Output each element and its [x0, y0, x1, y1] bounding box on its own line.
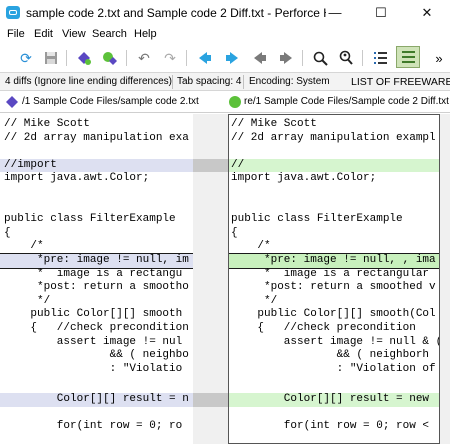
toolbar-separator — [362, 50, 363, 66]
code-line: assert image != null & ( — [231, 335, 440, 348]
right-code-pane[interactable]: // Mike Scott // 2d array manipulation e… — [228, 114, 440, 444]
code-line: for(int row = 0; ro — [4, 420, 183, 433]
code-line: { — [231, 226, 238, 239]
code-line: { //check precondition — [231, 322, 416, 334]
diff-gutter — [193, 114, 228, 444]
code-line-selected-diff: *pre: image != null, im — [0, 253, 193, 269]
code-line-diff: Color[][] result = n — [0, 393, 193, 407]
layout-icon[interactable] — [396, 46, 420, 68]
toolbar-separator — [302, 50, 303, 66]
redo-icon[interactable]: ↷ — [160, 48, 180, 68]
toolbar-separator — [66, 50, 67, 66]
code-line: && ( neighbo — [4, 349, 189, 362]
title-bar: sample code 2.txt and Sample code 2 Diff… — [0, 0, 450, 26]
status-info-bar: 4 diffs (Ignore line ending differences)… — [0, 72, 450, 91]
find-icon[interactable] — [310, 48, 330, 68]
encoding-text: Encoding: System — [249, 76, 330, 87]
window-title: sample code 2.txt and Sample code 2 Diff… — [26, 6, 326, 20]
code-line: // Mike Scott — [231, 118, 317, 130]
left-file-header: /1 Sample Code Files/sample code 2.txt — [0, 91, 228, 113]
info-separator — [172, 75, 173, 89]
close-button[interactable]: ✕ — [404, 0, 450, 26]
toolbar: ⟳ ↶ ↷ » — [0, 44, 450, 72]
code-line: public class FilterExample — [231, 213, 403, 226]
left-file-path: /1 Sample Code Files/sample code 2.txt — [22, 96, 199, 107]
app-logo-icon — [6, 6, 20, 19]
diamond-tool-icon[interactable] — [74, 48, 94, 68]
code-line-selected-diff: *pre: image != null, , ima — [229, 253, 439, 269]
code-line-diff: // — [229, 158, 439, 173]
code-line: import java.awt.Color; — [231, 172, 377, 185]
prev-diff-icon[interactable] — [195, 48, 215, 68]
right-file-circle-icon — [229, 96, 241, 108]
toolbar-overflow-button[interactable]: » — [432, 48, 446, 68]
code-line: /* — [4, 240, 44, 253]
code-line: // Mike Scott — [4, 118, 90, 130]
code-line: : "Violatio — [4, 362, 183, 375]
toolbar-separator — [186, 50, 187, 66]
watermark-text: LIST OF FREEWARE — [351, 76, 450, 88]
list-icon[interactable] — [370, 48, 390, 68]
diff-count-text: 4 diffs (Ignore line ending differences) — [5, 76, 172, 87]
code-line: */ — [231, 294, 278, 307]
code-line: : "Violation of — [231, 362, 436, 375]
code-line: && ( neighborh — [231, 349, 430, 362]
save-icon[interactable] — [41, 48, 61, 68]
tab-spacing-text: Tab spacing: 4 — [177, 76, 242, 87]
right-file-header: re/1 Sample Code Files/Sample code 2 Dif… — [228, 91, 450, 113]
prev-file-icon[interactable] — [250, 48, 270, 68]
code-line: assert image != nul — [4, 335, 183, 348]
next-diff-icon[interactable] — [222, 48, 242, 68]
maximize-button[interactable]: ☐ — [358, 0, 404, 26]
next-file-icon[interactable] — [276, 48, 296, 68]
code-line: public class FilterExample — [4, 213, 176, 226]
code-line: { //check precondition — [4, 322, 189, 334]
code-line-diff: Color[][] result = new — [229, 393, 439, 407]
menu-help[interactable]: Help — [134, 28, 157, 40]
undo-icon[interactable]: ↶ — [134, 48, 154, 68]
code-line: * image is a rectangu — [4, 267, 183, 280]
code-line: /* — [231, 240, 271, 253]
code-line: public Color[][] smooth — [4, 308, 183, 321]
vertical-scrollbar[interactable] — [440, 114, 450, 444]
minimize-button[interactable]: — — [312, 0, 358, 26]
code-line: * image is a rectangular — [231, 267, 430, 280]
code-line: *post: return a smootho — [4, 281, 189, 294]
code-line: // 2d array manipulation exampl — [231, 131, 436, 144]
right-file-path: re/1 Sample Code Files/Sample code 2 Dif… — [244, 96, 449, 107]
menu-view[interactable]: View — [62, 28, 86, 40]
menu-file[interactable]: File — [7, 28, 25, 40]
left-file-diamond-icon — [6, 96, 18, 108]
toolbar-separator — [126, 50, 127, 66]
menu-bar: File Edit View Search Help — [0, 26, 450, 44]
code-line: */ — [4, 294, 51, 307]
code-line-diff: //import — [0, 158, 193, 173]
gutter-diff-marker — [193, 158, 228, 173]
code-line: import java.awt.Color; — [4, 172, 150, 185]
gutter-diff-marker — [193, 393, 228, 407]
code-line: // 2d array manipulation exa — [4, 131, 189, 144]
menu-search[interactable]: Search — [92, 28, 127, 40]
refresh-icon[interactable]: ⟳ — [16, 48, 36, 68]
code-line: public Color[][] smooth(Col — [231, 308, 436, 321]
info-separator — [243, 75, 244, 89]
merge-tool-icon[interactable] — [100, 48, 120, 68]
code-line: { — [4, 226, 11, 239]
left-code-pane[interactable]: // Mike Scott // 2d array manipulation e… — [0, 114, 193, 444]
find-user-icon[interactable] — [336, 48, 356, 68]
code-line: *post: return a smoothed v — [231, 281, 436, 294]
menu-edit[interactable]: Edit — [34, 28, 53, 40]
code-line: for(int row = 0; row < — [231, 420, 430, 433]
